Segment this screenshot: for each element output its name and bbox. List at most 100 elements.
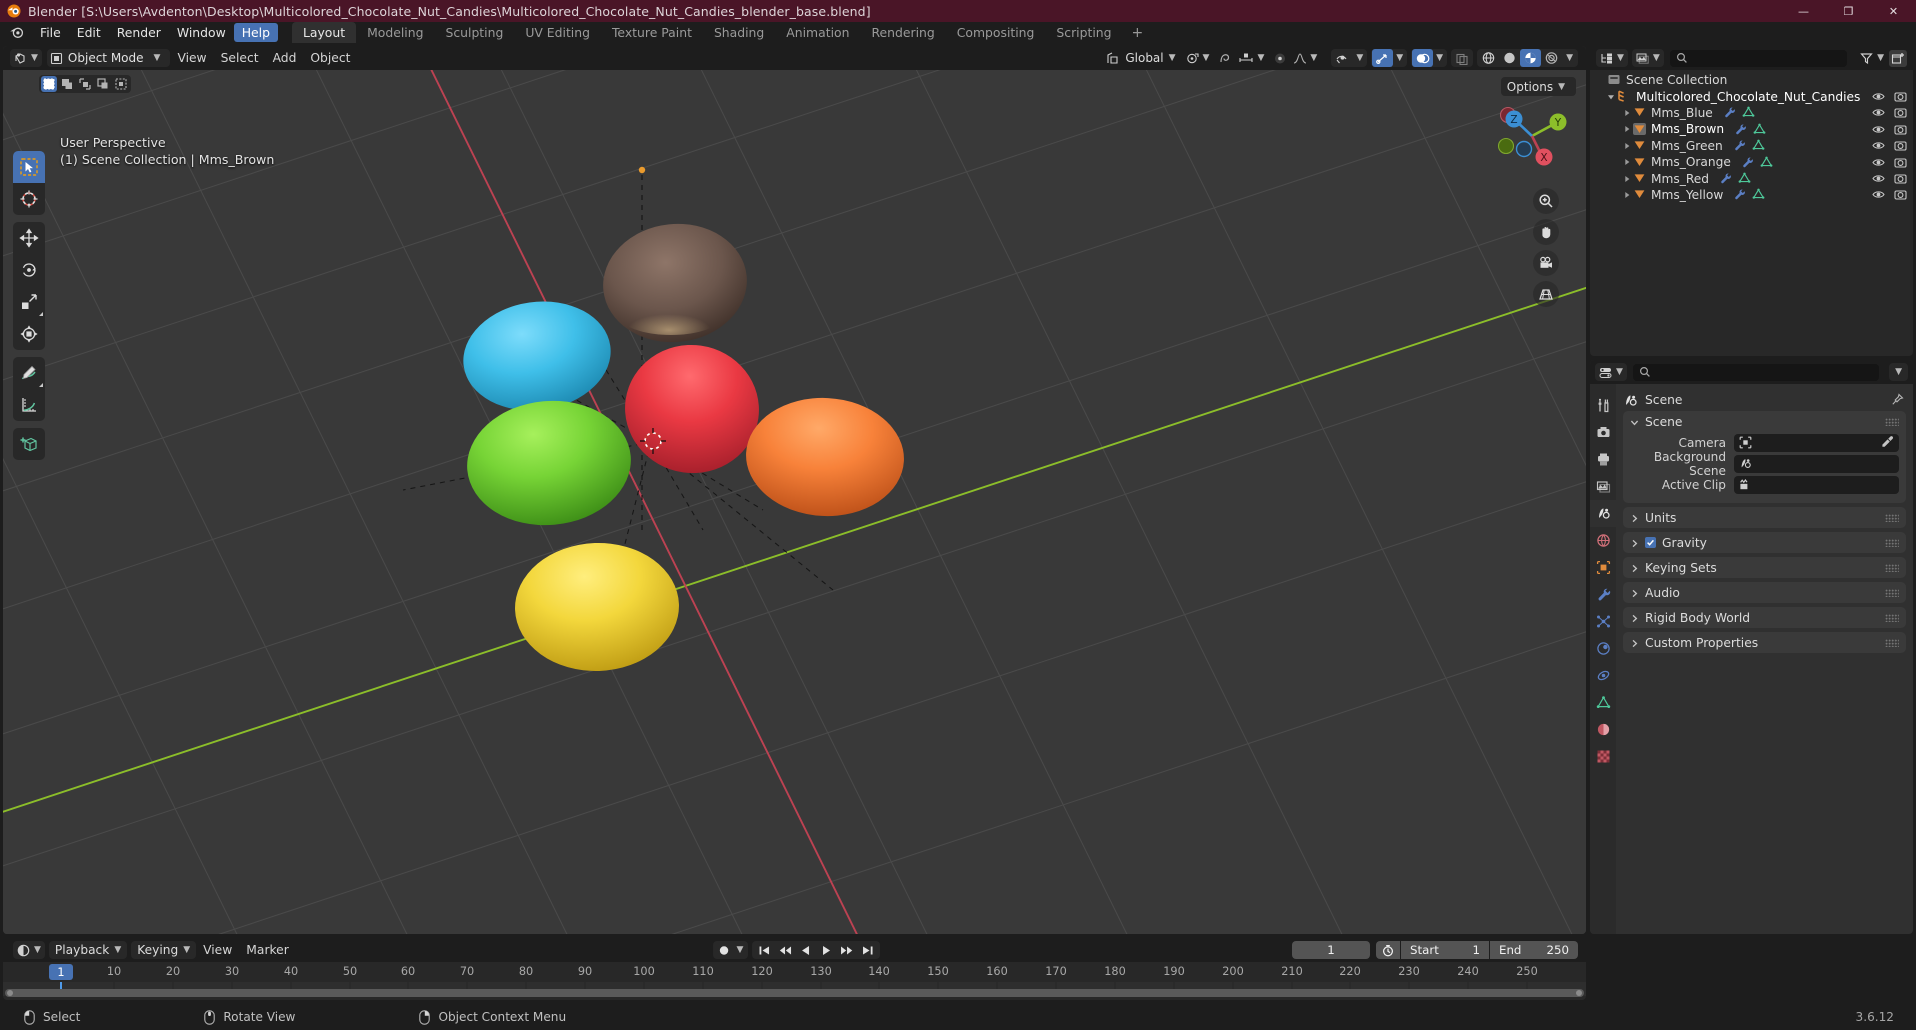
tab-physics[interactable] <box>1590 635 1616 662</box>
viewport-canvas[interactable] <box>3 70 1586 934</box>
menu-window[interactable]: Window <box>169 23 234 42</box>
outliner-row-mms-green[interactable]: Mms_Green <box>1590 138 1913 154</box>
viewport-menu-add[interactable]: Add <box>266 49 304 67</box>
tab-animation[interactable]: Animation <box>775 22 860 43</box>
tab-compositing[interactable]: Compositing <box>946 22 1046 43</box>
chevron-right-icon[interactable] <box>1630 508 1639 527</box>
outliner-row-mms-orange[interactable]: Mms_Orange <box>1590 154 1913 170</box>
chevron-right-icon[interactable] <box>1630 608 1639 627</box>
eye-icon[interactable] <box>1872 185 1885 204</box>
add-workspace-button[interactable]: + <box>1123 25 1153 41</box>
eyedropper-icon[interactable] <box>1881 433 1894 452</box>
tab-material[interactable] <box>1590 716 1616 743</box>
drag-handle-icon[interactable] <box>1885 564 1899 572</box>
timeline-keying-menu[interactable]: Keying ▼ <box>131 941 197 959</box>
panel-units-header[interactable]: Units <box>1623 507 1906 528</box>
auto-keying-toggle[interactable]: ▼ <box>712 941 749 959</box>
tab-particles[interactable] <box>1590 608 1616 635</box>
annotate-tool[interactable] <box>13 357 45 389</box>
viewport-options-button[interactable]: Options ▼ <box>1500 77 1576 96</box>
timeline-editor[interactable]: ▼ Playback ▼ Keying ▼ View Marker ▼ 1 St… <box>3 938 1586 1000</box>
outliner-search-input[interactable] <box>1669 49 1848 67</box>
tab-shading[interactable]: Shading <box>703 22 775 43</box>
use-preview-range-icon[interactable] <box>1376 941 1400 959</box>
interaction-mode-selector[interactable]: Object Mode ▼ <box>46 49 171 67</box>
tab-scripting[interactable]: Scripting <box>1045 22 1122 43</box>
timeline-ruler[interactable]: 1 10 20 30 40 50 60 70 80 90 100 110 120… <box>3 962 1586 982</box>
disclosure-triangle-icon[interactable] <box>1604 93 1617 101</box>
playhead-label[interactable]: 1 <box>49 964 73 980</box>
scale-tool[interactable] <box>13 286 45 318</box>
viewport-menu-object[interactable]: Object <box>303 49 357 67</box>
chevron-right-icon[interactable] <box>1630 633 1639 652</box>
candy-mms-blue[interactable] <box>456 292 618 420</box>
rotate-tool[interactable] <box>13 254 45 286</box>
outliner-display-mode[interactable]: ▼ <box>1631 49 1664 67</box>
panel-rigid-body-world[interactable]: Rigid Body World <box>1623 607 1906 628</box>
panel-gravity[interactable]: Gravity <box>1623 532 1906 553</box>
blender-menu-icon[interactable] <box>9 25 24 40</box>
gravity-checkbox[interactable] <box>1645 537 1656 548</box>
eye-icon[interactable] <box>1332 49 1353 67</box>
jump-to-start-icon[interactable] <box>754 941 775 959</box>
minimize-button[interactable]: — <box>1781 0 1826 22</box>
panel-gravity-header[interactable]: Gravity <box>1623 532 1906 553</box>
modifier-icon[interactable] <box>1719 169 1732 188</box>
timeline-marker-menu[interactable]: Marker <box>239 941 296 959</box>
select-set-icon[interactable] <box>41 76 57 92</box>
gizmo-icon[interactable] <box>1372 49 1394 67</box>
field-background-scene[interactable]: Background Scene <box>1630 450 1899 478</box>
tab-uv-editing[interactable]: UV Editing <box>514 22 601 43</box>
viewport-toolbar[interactable] <box>13 151 45 467</box>
select-mode-buttons[interactable] <box>39 75 131 93</box>
disclosure-triangle-icon[interactable] <box>1620 175 1633 183</box>
disclosure-triangle-icon[interactable] <box>1620 125 1633 133</box>
chevron-right-icon[interactable] <box>1630 558 1639 577</box>
panel-custom-properties-header[interactable]: Custom Properties <box>1623 632 1906 653</box>
properties-tab-strip[interactable] <box>1590 384 1616 934</box>
timeline-view-menu[interactable]: View <box>196 941 239 959</box>
candy-mms-green[interactable] <box>462 394 636 532</box>
panel-units[interactable]: Units <box>1623 507 1906 528</box>
candy-mms-orange[interactable] <box>743 394 907 520</box>
chevron-down-icon[interactable] <box>1630 412 1639 431</box>
panel-keying-sets[interactable]: Keying Sets <box>1623 557 1906 578</box>
play-reverse-icon[interactable] <box>796 941 816 959</box>
xray-icon[interactable] <box>1452 49 1472 67</box>
overlays-icon[interactable] <box>1412 49 1434 67</box>
outliner-row-scene-collection[interactable]: Scene Collection <box>1590 72 1913 88</box>
mesh-data-icon[interactable] <box>1752 185 1765 204</box>
background-scene-value-input[interactable] <box>1734 454 1899 473</box>
grid-icon[interactable] <box>1533 281 1559 307</box>
panel-scene-header[interactable]: Scene <box>1623 411 1906 432</box>
panel-keying-sets-header[interactable]: Keying Sets <box>1623 557 1906 578</box>
menu-edit[interactable]: Edit <box>69 23 109 42</box>
properties-search-input[interactable] <box>1632 363 1880 381</box>
tab-sculpting[interactable]: Sculpting <box>434 22 514 43</box>
object-visibility-selector[interactable]: ▼ <box>1331 49 1368 67</box>
camera-render-icon[interactable] <box>1894 185 1907 204</box>
mesh-data-icon[interactable] <box>1760 153 1773 172</box>
chevron-down-icon[interactable]: ▼ <box>1433 53 1446 63</box>
tab-rendering[interactable]: Rendering <box>860 22 945 43</box>
outliner-tree[interactable]: Scene Collection Multicolored_Chocolate_… <box>1590 70 1913 203</box>
tab-object[interactable] <box>1590 554 1616 581</box>
rendered-shading-icon[interactable] <box>1541 49 1562 67</box>
object-visibility-controls[interactable] <box>1872 185 1907 204</box>
tab-render[interactable] <box>1590 419 1616 446</box>
properties-editor-type[interactable]: ▼ <box>1595 363 1627 381</box>
menu-render[interactable]: Render <box>109 23 169 42</box>
camera-icon[interactable] <box>1533 250 1559 276</box>
maximize-button[interactable]: ❐ <box>1826 0 1871 22</box>
field-active-clip[interactable]: Active Clip <box>1630 475 1899 494</box>
drag-handle-icon[interactable] <box>1885 539 1899 547</box>
hand-icon[interactable] <box>1533 219 1559 245</box>
playback-controls[interactable] <box>752 941 881 959</box>
timeline-frame-fields[interactable]: 1 Start 1 End 250 <box>1292 941 1578 959</box>
tab-output[interactable] <box>1590 446 1616 473</box>
viewport-menu-select[interactable]: Select <box>214 49 266 67</box>
drag-handle-icon[interactable] <box>1885 514 1899 522</box>
editor-type-selector[interactable]: ▼ <box>10 49 42 67</box>
outliner-editor[interactable]: ▼ ▼ ▼ Scene Collection Multicolored_Choc… <box>1590 46 1913 356</box>
candy-mms-yellow[interactable] <box>513 540 681 674</box>
